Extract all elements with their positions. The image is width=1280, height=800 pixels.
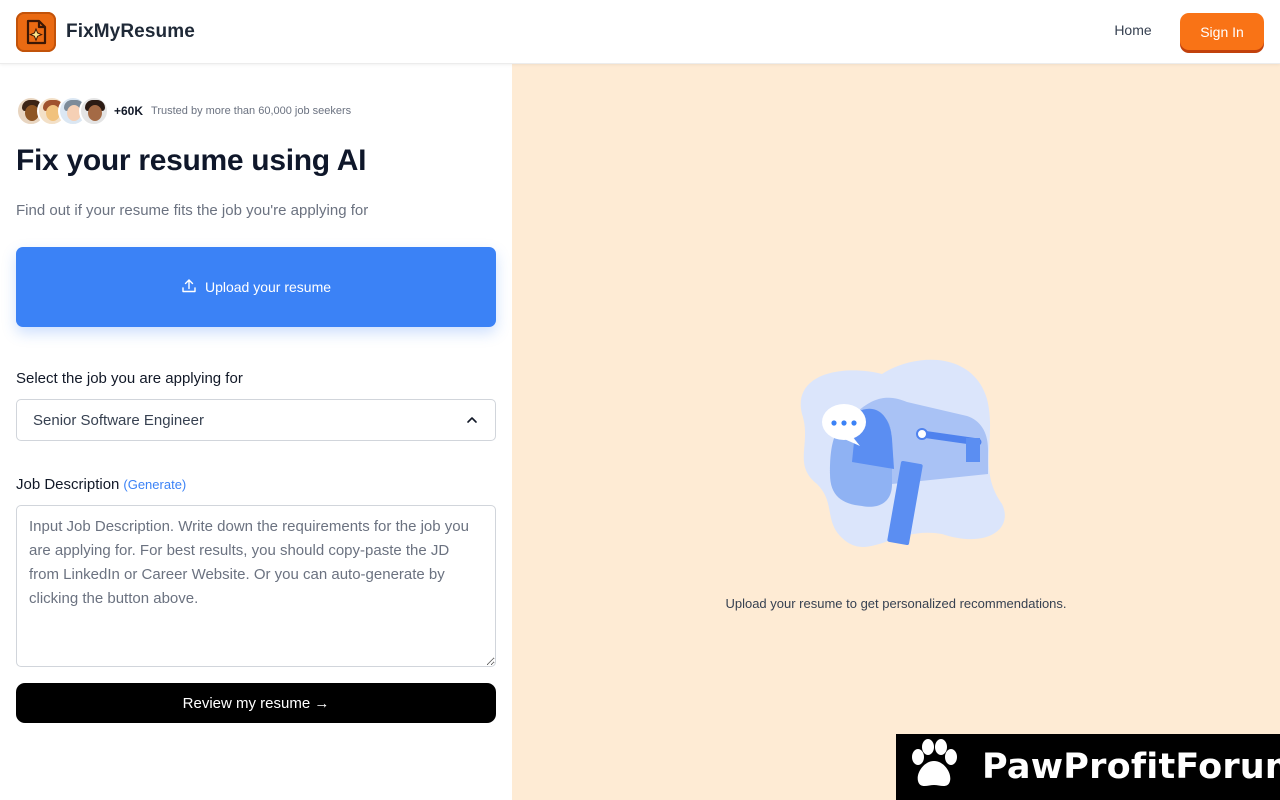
job-select[interactable]: Senior Software Engineer xyxy=(16,399,496,441)
upload-icon xyxy=(181,278,197,297)
trust-badge: +60K Trusted by more than 60,000 job see… xyxy=(16,96,351,126)
empty-state-message: Upload your resume to get personalized r… xyxy=(725,596,1067,611)
brand[interactable]: FixMyResume xyxy=(16,12,195,52)
job-description-field[interactable] xyxy=(16,505,496,667)
generate-link[interactable]: (Generate) xyxy=(123,477,186,492)
trust-text: Trusted by more than 60,000 job seekers xyxy=(151,105,352,117)
job-description-label-row: Job Description (Generate) xyxy=(16,476,186,493)
sign-in-button[interactable]: Sign In xyxy=(1180,13,1264,50)
watermark: PawProfitForum xyxy=(896,734,1280,800)
paw-icon xyxy=(906,738,962,796)
document-sparkle-icon xyxy=(16,12,56,52)
watermark-text: PawProfitForum xyxy=(982,747,1280,787)
avatar xyxy=(79,96,109,126)
avatar-group xyxy=(16,96,109,126)
job-select-label: Select the job you are applying for xyxy=(16,370,243,387)
page-subtitle: Find out if your resume fits the job you… xyxy=(16,202,369,219)
upload-resume-button[interactable]: Upload your resume xyxy=(16,247,496,327)
mailbox-chat-icon xyxy=(782,354,1012,559)
job-select-value: Senior Software Engineer xyxy=(33,411,204,429)
resume-form-panel: +60K Trusted by more than 60,000 job see… xyxy=(0,64,512,800)
job-description-label: Job Description xyxy=(16,476,120,493)
page-title: Fix your resume using AI xyxy=(16,144,367,177)
chevron-up-icon xyxy=(465,413,479,431)
upload-resume-label: Upload your resume xyxy=(204,279,332,295)
recommendations-panel: Upload your resume to get personalized r… xyxy=(512,64,1280,800)
review-resume-button[interactable]: Review my resume → xyxy=(16,683,496,723)
brand-name: FixMyResume xyxy=(66,21,195,42)
nav-home-link[interactable]: Home xyxy=(1104,22,1162,38)
user-count: +60K xyxy=(114,104,144,118)
top-navigation-bar: FixMyResume Home Sign In xyxy=(0,0,1280,64)
